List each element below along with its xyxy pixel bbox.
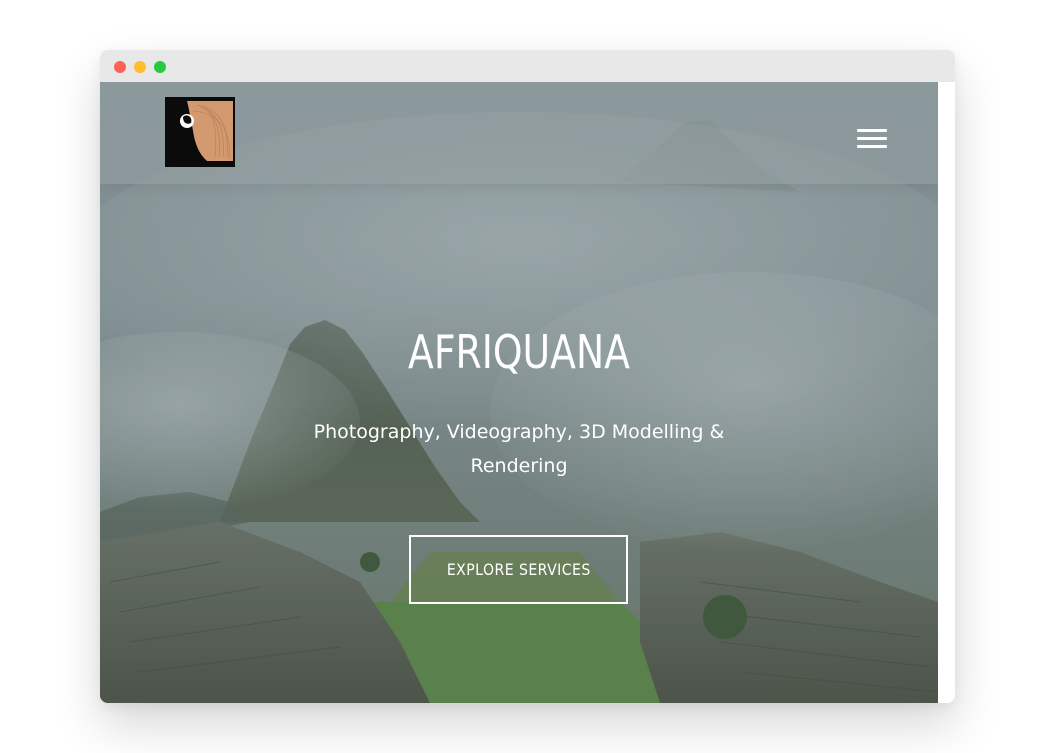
site-navbar [100,82,938,184]
window-titlebar [100,50,955,82]
hamburger-menu-icon[interactable] [857,129,889,151]
browser-window: AFRIQUANA Photography, Videography, 3D M… [100,50,955,703]
afriquana-logo[interactable] [165,97,235,167]
page-viewport: AFRIQUANA Photography, Videography, 3D M… [100,82,938,703]
hero-subtitle: Photography, Videography, 3D Modelling &… [313,421,725,477]
close-window-button[interactable] [114,61,126,73]
scrollbar-thumb[interactable] [938,82,955,184]
explore-services-button[interactable]: EXPLORE SERVICES [409,535,628,604]
logo-mark-icon [167,99,233,165]
maximize-window-button[interactable] [154,61,166,73]
minimize-window-button[interactable] [134,61,146,73]
explore-services-label: EXPLORE SERVICES [446,560,591,579]
hero-title: AFRIQUANA [408,325,630,379]
